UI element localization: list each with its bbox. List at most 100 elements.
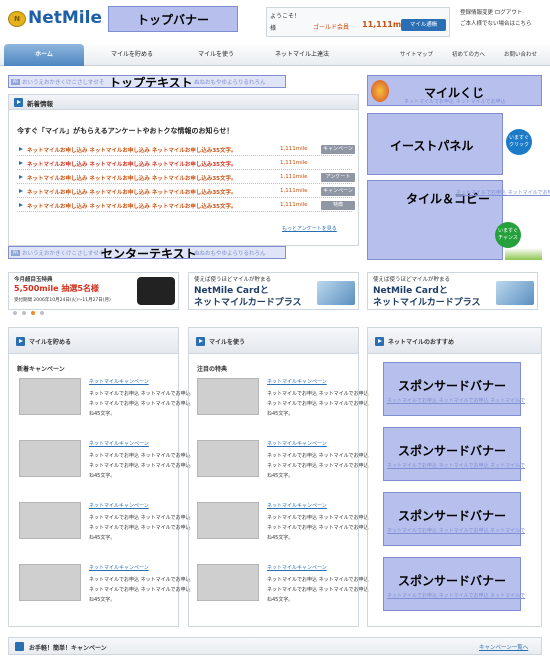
thumbnail[interactable] xyxy=(19,378,81,415)
play-arrow-icon xyxy=(196,337,205,346)
netmile-logo[interactable]: N NetMile xyxy=(8,8,102,30)
item-link[interactable]: ネットマイルキャンペーン xyxy=(89,502,149,509)
item-link[interactable]: ネットマイルキャンペーン xyxy=(267,564,327,571)
top-text-label: トップテキスト xyxy=(109,76,193,88)
sponsored-link[interactable]: ネットマイルでお申込 ネットマイルでお申込 ネットマイルでお申込 xyxy=(387,397,525,405)
item-description: ネットマイルでお申込 ネットマイルでお申込 ネットマイルでお申込 ネットマイルで… xyxy=(267,577,369,603)
welcome-text: ようこそ！ xyxy=(270,13,301,20)
tile-copy-panel[interactable]: タイル＆コピー ネットマイルでお申込 ネットマイルでお申込 xyxy=(367,180,550,260)
sponsored-banner[interactable]: スポンサードバナー ネットマイルでお申込 ネットマイルでお申込 ネットマイルでお… xyxy=(383,427,525,481)
thumbnail[interactable] xyxy=(197,440,259,477)
arrow-right-icon xyxy=(19,189,23,193)
item-description: ネットマイルでお申込 ネットマイルでお申込 ネットマイルでお申込 ネットマイルで… xyxy=(89,577,191,603)
tab-home[interactable]: ホーム xyxy=(4,44,84,66)
center-text-label: センターテキスト xyxy=(101,247,197,259)
thumbnail[interactable] xyxy=(19,440,81,477)
center-text-ad[interactable]: PR おいうえおかきくけこさしすせそ ぬねおもやゆよらりるれろん センターテキス… xyxy=(8,246,286,259)
beginners-link[interactable]: 初めての方へ xyxy=(452,44,485,66)
item-link[interactable]: ネットマイルキャンペーン xyxy=(267,440,327,447)
promo-banner-card-2[interactable]: 使えば使うほどマイルが貯まる NetMile Cardと ネットマイルカードプラ… xyxy=(367,272,538,310)
not-you-link[interactable]: ご本人様でない場合はこちら xyxy=(460,19,550,30)
thumbnail[interactable] xyxy=(197,502,259,539)
main-nav: ホーム マイルを貯める マイルを使う ネットマイル上達法 サイトマップ 初めての… xyxy=(0,44,550,66)
logout-link[interactable]: ログアウト xyxy=(495,10,523,16)
news-row[interactable]: ネットマイルお申し込み ネットマイルお申し込み ネットマイルお申し込み35文字。… xyxy=(17,200,355,212)
lottery-icon xyxy=(371,80,389,102)
news-row[interactable]: ネットマイルお申し込み ネットマイルお申し込み ネットマイルお申し込み35文字。… xyxy=(17,186,355,198)
top-text-ad[interactable]: PR おいうえおかきくけこさしすせそ ぬねおもやゆよらりるれろん トップテキスト xyxy=(8,75,286,88)
item-link[interactable]: ネットマイルキャンペーン xyxy=(89,440,149,447)
tile-copy-link[interactable]: ネットマイルでお申込 ネットマイルでお申込 xyxy=(456,189,550,196)
item-link[interactable]: ネットマイルキャンペーン xyxy=(267,502,327,509)
mile-kuji-banner[interactable]: マイルくじ ネットマイルでお申込 ネットマイルでお申込 xyxy=(367,75,542,106)
promo-banner-campaign[interactable]: 今月超目玉特典 5,500mile 抽選5名様 受付期間 2006年10月24日… xyxy=(8,272,179,310)
thumbnail[interactable] xyxy=(19,502,81,539)
item-link[interactable]: ネットマイルキャンペーン xyxy=(267,378,327,385)
chance-badge[interactable]: いますぐ チャンス xyxy=(495,222,521,248)
thumbnail[interactable] xyxy=(19,564,81,601)
promo-line-1: 使えば使うほどマイルが貯まる xyxy=(373,277,451,283)
tab-earn-miles[interactable]: マイルを貯める xyxy=(92,44,172,66)
play-arrow-icon xyxy=(16,337,25,346)
tab-tips[interactable]: ネットマイル上達法 xyxy=(260,44,344,66)
news-row-text[interactable]: ネットマイルお申し込み ネットマイルお申し込み ネットマイルお申し込み35文字。 xyxy=(27,202,237,210)
account-links: 登録情報変更 ログアウト ご本人様でない場合はこちら xyxy=(460,8,550,30)
news-row-text[interactable]: ネットマイルお申し込み ネットマイルお申し込み ネットマイルお申し込み35文字。 xyxy=(27,174,237,182)
news-row-tag[interactable]: キャンペーン xyxy=(321,145,355,154)
sponsored-banner[interactable]: スポンサードバナー ネットマイルでお申込 ネットマイルでお申込 ネットマイルでお… xyxy=(383,492,525,546)
click-now-badge[interactable]: いますぐ クリック xyxy=(506,129,532,155)
sitemap-link[interactable]: サイトマップ xyxy=(400,44,433,66)
promo-banner-card-1[interactable]: 使えば使うほどマイルが貯まる NetMile Cardと ネットマイルカードプラ… xyxy=(188,272,359,310)
easy-campaign-bar: お手軽！簡単！キャンペーン キャンペーン一覧へ xyxy=(8,637,542,655)
thumbnail[interactable] xyxy=(197,564,259,601)
news-row-tag[interactable]: キャンペーン xyxy=(321,187,355,196)
promo-line-3: 受付期間 2006年10月24日(火)～11月27日(月) xyxy=(14,298,111,303)
sponsored-label: スポンサードバナー xyxy=(397,574,506,588)
top-banner[interactable]: トップバナー xyxy=(108,6,238,32)
sponsored-banner[interactable]: スポンサードバナー ネットマイルでお申込 ネットマイルでお申込 ネットマイルでお… xyxy=(383,362,525,416)
news-intro: 今すぐ「マイル」がもらえるアンケートやおトクな情報のお知らせ！ xyxy=(17,127,234,135)
news-title: 新着情報 xyxy=(27,100,53,108)
sponsored-banner[interactable]: スポンサードバナー ネットマイルでお申込 ネットマイルでお申込 ネットマイルでお… xyxy=(383,557,525,611)
east-panel[interactable]: イーストパネル xyxy=(367,113,503,175)
mile-passbook-button[interactable]: マイル通帳 xyxy=(401,19,446,31)
news-row-miles: 1,111mile xyxy=(280,188,308,194)
news-row-tag[interactable]: アンケート xyxy=(321,173,355,182)
item-description: ネットマイルでお申込 ネットマイルでお申込 ネットマイルでお申込 ネットマイルで… xyxy=(89,453,191,479)
news-row[interactable]: ネットマイルお申し込み ネットマイルお申し込み ネットマイルお申し込み35文字。… xyxy=(17,158,352,170)
sponsored-label: スポンサードバナー xyxy=(397,509,506,523)
news-row-text[interactable]: ネットマイルお申し込み ネットマイルお申し込み ネットマイルお申し込み35文字。 xyxy=(27,160,237,168)
news-row[interactable]: ネットマイルお申し込み ネットマイルお申し込み ネットマイルお申し込み35文字。… xyxy=(17,144,355,156)
arrow-right-icon xyxy=(19,203,23,207)
credit-card-image xyxy=(317,281,355,305)
news-row-text[interactable]: ネットマイルお申し込み ネットマイルお申し込み ネットマイルお申し込み35文字。 xyxy=(27,146,237,154)
contact-link[interactable]: お問い合わせ xyxy=(504,44,537,66)
pr-badge: PR xyxy=(11,79,20,85)
more-surveys-link[interactable]: もっとアンケートを見る xyxy=(282,225,337,232)
item-link[interactable]: ネットマイルキャンペーン xyxy=(89,564,149,571)
mile-kuji-link[interactable]: ネットマイルでお申込 ネットマイルでお申込 xyxy=(404,98,506,105)
carousel-dot-active[interactable] xyxy=(31,311,35,315)
sponsored-link[interactable]: ネットマイルでお申込 ネットマイルでお申込 ネットマイルでお申込 xyxy=(387,462,525,470)
carousel-dot[interactable] xyxy=(22,311,26,315)
sponsored-label: スポンサードバナー xyxy=(397,444,506,458)
news-row-tag[interactable]: 特典 xyxy=(321,201,355,210)
carousel-dot[interactable] xyxy=(13,311,17,315)
section-subtitle: 新着キャンペーン xyxy=(17,366,65,373)
sponsored-link[interactable]: ネットマイルでお申込 ネットマイルでお申込 ネットマイルでお申込 xyxy=(387,527,525,535)
thumbnail[interactable] xyxy=(197,378,259,415)
tab-use-miles[interactable]: マイルを使う xyxy=(176,44,256,66)
item-link[interactable]: ネットマイルキャンペーン xyxy=(89,378,149,385)
profile-edit-link[interactable]: 登録情報変更 xyxy=(460,10,493,16)
section-subtitle: 注目の特典 xyxy=(197,366,228,373)
item-description: ネットマイルでお申込 ネットマイルでお申込 ネットマイルでお申込 ネットマイルで… xyxy=(89,515,191,541)
carousel-dot[interactable] xyxy=(40,311,44,315)
arrow-right-icon xyxy=(19,161,23,165)
grass-illustration xyxy=(505,248,542,260)
sponsored-link[interactable]: ネットマイルでお申込 ネットマイルでお申込 ネットマイルでお申込 xyxy=(387,592,525,600)
news-row-text[interactable]: ネットマイルお申し込み ネットマイルお申し込み ネットマイルお申し込み35文字。 xyxy=(27,188,237,196)
news-row[interactable]: ネットマイルお申し込み ネットマイルお申し込み ネットマイルお申し込み35文字。… xyxy=(17,172,355,184)
item-description: ネットマイルでお申込 ネットマイルでお申込 ネットマイルでお申込 ネットマイルで… xyxy=(267,453,369,479)
credit-card-image xyxy=(496,281,534,305)
campaign-list-link[interactable]: キャンペーン一覧へ xyxy=(479,643,528,651)
